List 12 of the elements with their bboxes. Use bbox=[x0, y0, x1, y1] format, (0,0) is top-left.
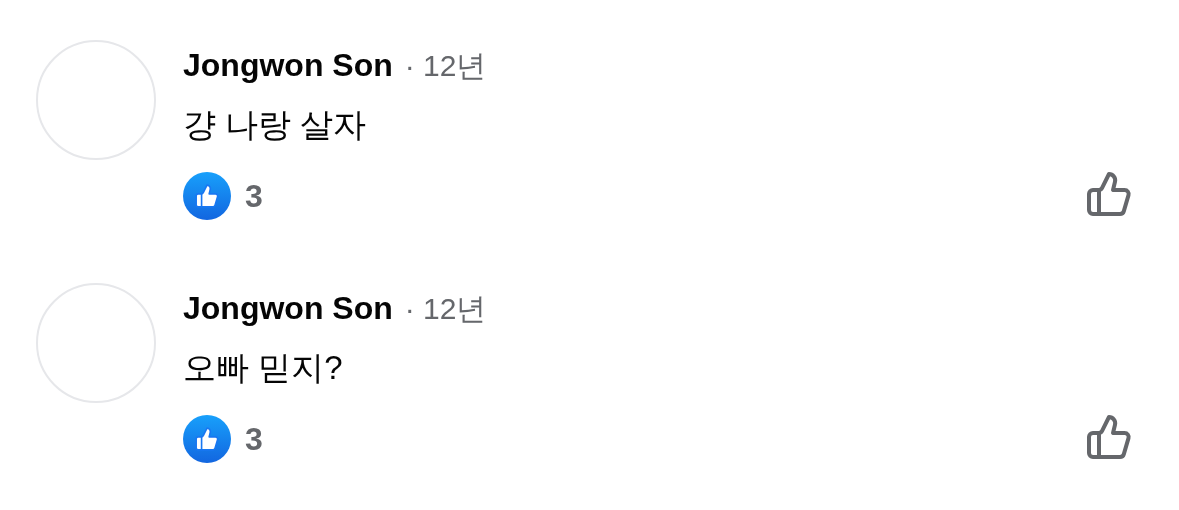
comment-text: 오빠 믿지? bbox=[183, 348, 344, 388]
reaction-count[interactable]: 3 bbox=[245, 177, 263, 215]
reaction-count[interactable]: 3 bbox=[245, 420, 263, 458]
comment-time: · 12년 bbox=[404, 291, 487, 327]
like-reaction-icon bbox=[183, 415, 231, 463]
author-name[interactable]: Jongwon Son bbox=[183, 290, 393, 327]
like-reaction-icon bbox=[183, 172, 231, 220]
comment-time: · 12년 bbox=[404, 48, 487, 84]
like-button[interactable] bbox=[1085, 413, 1133, 461]
author-name[interactable]: Jongwon Son bbox=[183, 47, 393, 84]
like-button[interactable] bbox=[1085, 170, 1133, 218]
comment-text: 걍 나랑 살자 bbox=[183, 105, 368, 145]
